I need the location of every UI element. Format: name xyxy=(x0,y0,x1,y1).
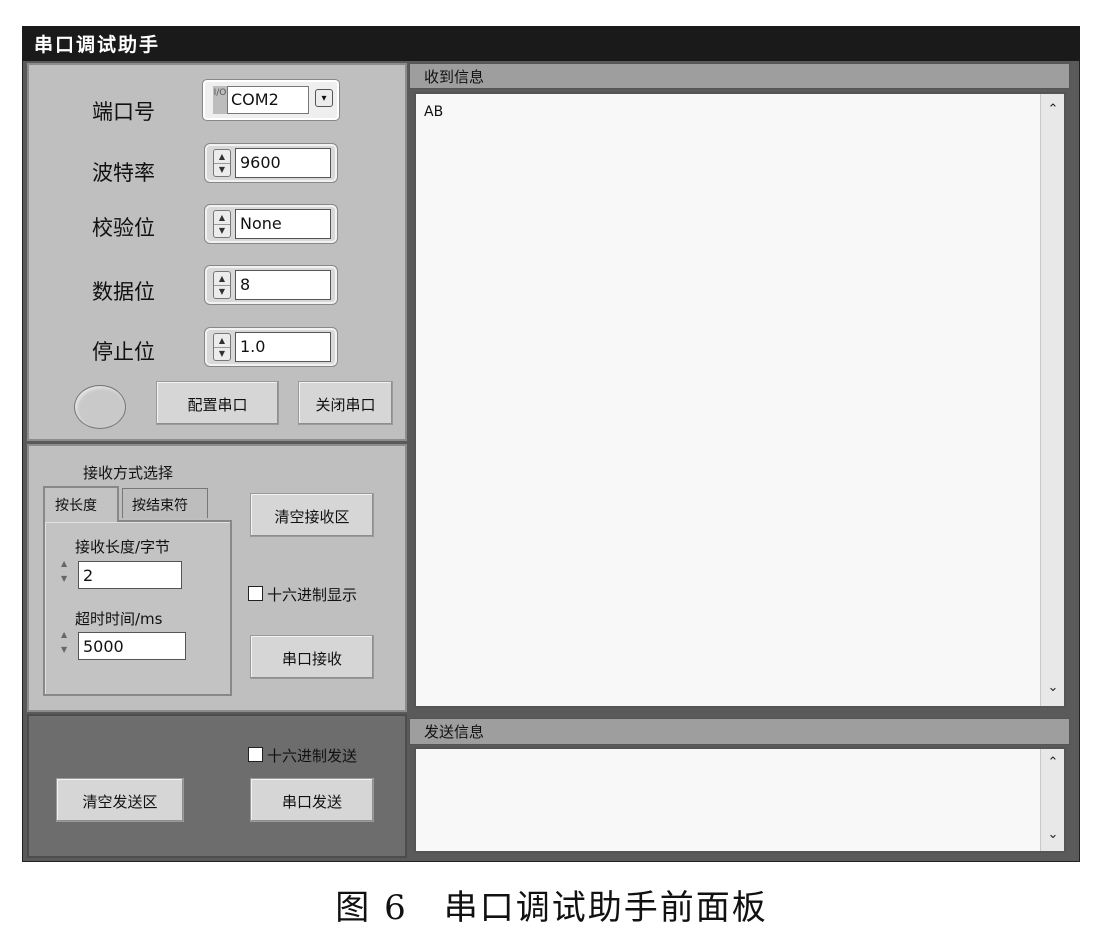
received-info-header: 收到信息 xyxy=(409,63,1070,89)
baud-label: 波特率 xyxy=(92,161,155,185)
close-port-button[interactable]: 关闭串口 xyxy=(298,381,393,425)
scroll-up-icon[interactable]: ⌃ xyxy=(1041,755,1065,775)
baud-spinner[interactable]: ▲ ▼ xyxy=(213,149,231,177)
parity-input[interactable]: None xyxy=(235,209,331,239)
io-icon: I/O xyxy=(213,86,227,114)
receive-button[interactable]: 串口接收 xyxy=(250,635,374,679)
port-select[interactable]: I/O COM2 ▾ xyxy=(202,79,340,121)
send-button[interactable]: 串口发送 xyxy=(250,778,374,822)
parity-spinner[interactable]: ▲ ▼ xyxy=(213,210,231,238)
scroll-down-icon[interactable]: ⌄ xyxy=(1041,827,1065,847)
scroll-up-icon[interactable]: ⌃ xyxy=(1041,102,1065,122)
parity-label: 校验位 xyxy=(92,216,155,240)
timeout-label: 超时时间/ms xyxy=(75,610,163,628)
received-scrollbar[interactable]: ⌃ ⌄ xyxy=(1040,94,1064,706)
baud-input[interactable]: 9600 xyxy=(235,148,331,178)
received-content: AB xyxy=(424,104,444,120)
parity-control: ▲ ▼ None xyxy=(204,204,338,244)
dropdown-arrow-icon[interactable]: ▾ xyxy=(315,89,333,107)
sent-info-textarea[interactable]: ⌃ ⌄ xyxy=(414,747,1066,853)
scroll-down-icon[interactable]: ⌄ xyxy=(1041,680,1065,700)
sent-scrollbar[interactable]: ⌃ ⌄ xyxy=(1040,749,1064,851)
status-led-icon xyxy=(74,385,126,429)
hex-send-checkbox[interactable] xyxy=(248,747,263,762)
spin-up-icon[interactable]: ▲ xyxy=(61,559,75,574)
hex-send-label: 十六进制发送 xyxy=(267,747,358,765)
spin-down-icon[interactable]: ▼ xyxy=(214,285,230,298)
port-value: COM2 xyxy=(227,86,309,114)
stopbits-spinner[interactable]: ▲ ▼ xyxy=(213,333,231,361)
spin-up-icon[interactable]: ▲ xyxy=(214,150,230,164)
receive-length-input[interactable]: 2 xyxy=(78,561,182,589)
receive-length-label: 接收长度/字节 xyxy=(75,538,171,556)
figure-caption: 图 6 串口调试助手前面板 xyxy=(335,888,768,928)
hex-display-checkbox[interactable] xyxy=(248,586,263,601)
stopbits-control: ▲ ▼ 1.0 xyxy=(204,327,338,367)
spin-up-icon[interactable]: ▲ xyxy=(214,211,230,225)
databits-spinner[interactable]: ▲ ▼ xyxy=(213,271,231,299)
tab-by-terminator[interactable]: 按结束符 xyxy=(122,488,208,518)
spin-down-icon[interactable]: ▼ xyxy=(61,645,75,660)
length-spinner[interactable]: ▲ ▼ xyxy=(61,559,77,589)
spin-down-icon[interactable]: ▼ xyxy=(214,163,230,176)
sent-info-header: 发送信息 xyxy=(409,718,1070,745)
spin-down-icon[interactable]: ▼ xyxy=(214,224,230,237)
receive-mode-label: 接收方式选择 xyxy=(83,464,174,482)
spin-down-icon[interactable]: ▼ xyxy=(61,574,75,589)
spin-up-icon[interactable]: ▲ xyxy=(61,630,75,645)
stopbits-input[interactable]: 1.0 xyxy=(235,332,331,362)
window-title: 串口调试助手 xyxy=(22,26,1080,61)
stopbits-label: 停止位 xyxy=(92,340,155,364)
databits-control: ▲ ▼ 8 xyxy=(204,265,338,305)
clear-receive-button[interactable]: 清空接收区 xyxy=(250,493,374,537)
configure-port-button[interactable]: 配置串口 xyxy=(156,381,279,425)
baud-control: ▲ ▼ 9600 xyxy=(204,143,338,183)
databits-label: 数据位 xyxy=(92,280,155,304)
received-info-textarea[interactable]: AB ⌃ ⌄ xyxy=(414,92,1066,708)
port-label: 端口号 xyxy=(92,100,155,124)
tab-by-length[interactable]: 按长度 xyxy=(43,486,119,522)
hex-display-label: 十六进制显示 xyxy=(267,586,358,604)
spin-up-icon[interactable]: ▲ xyxy=(214,334,230,348)
clear-send-button[interactable]: 清空发送区 xyxy=(56,778,184,822)
spin-down-icon[interactable]: ▼ xyxy=(214,347,230,360)
databits-input[interactable]: 8 xyxy=(235,270,331,300)
timeout-spinner[interactable]: ▲ ▼ xyxy=(61,630,77,660)
timeout-input[interactable]: 5000 xyxy=(78,632,186,660)
spin-up-icon[interactable]: ▲ xyxy=(214,272,230,286)
